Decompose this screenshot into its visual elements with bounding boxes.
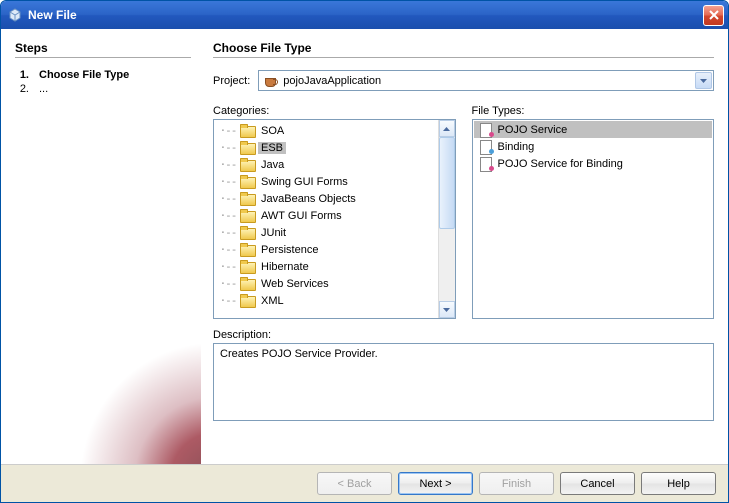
step-item: 2. ... <box>15 82 191 96</box>
description-box: Creates POJO Service Provider. <box>213 343 714 421</box>
divider <box>213 57 714 58</box>
scroll-thumb[interactable] <box>439 137 455 229</box>
category-label: Web Services <box>258 278 332 290</box>
tree-connector: ·-- <box>218 260 238 273</box>
help-button[interactable]: Help <box>641 472 716 495</box>
folder-icon <box>240 192 256 205</box>
category-item[interactable]: ·-- JUnit <box>214 224 438 241</box>
tree-connector: ·-- <box>218 175 238 188</box>
folder-icon <box>240 141 256 154</box>
category-item[interactable]: ·-- ESB <box>214 139 438 156</box>
category-item[interactable]: ·-- Web Services <box>214 275 438 292</box>
folder-icon <box>240 226 256 239</box>
project-combobox[interactable]: pojoJavaApplication <box>258 70 714 91</box>
categories-label: Categories: <box>213 105 456 117</box>
folder-icon <box>240 175 256 188</box>
cancel-button[interactable]: Cancel <box>560 472 635 495</box>
step-number: 2. <box>15 83 29 95</box>
folder-icon <box>240 124 256 137</box>
description-label: Description: <box>213 329 714 341</box>
panel-heading: Choose File Type <box>213 41 714 55</box>
folder-icon <box>240 158 256 171</box>
folder-icon <box>240 277 256 290</box>
scroll-track[interactable] <box>439 137 455 301</box>
file-icon <box>478 157 494 171</box>
steps-sidebar: Steps 1. Choose File Type 2. ... <box>1 29 201 464</box>
description-text: Creates POJO Service Provider. <box>220 348 378 360</box>
steps-heading: Steps <box>15 41 191 55</box>
folder-icon <box>240 209 256 222</box>
scrollbar[interactable] <box>438 120 455 318</box>
app-icon <box>7 7 23 23</box>
tree-connector: ·-- <box>218 158 238 171</box>
step-label: Choose File Type <box>39 69 129 81</box>
step-label: ... <box>39 83 48 95</box>
category-label: Java <box>258 159 287 171</box>
titlebar: New File <box>1 1 728 29</box>
filetype-label: POJO Service <box>498 124 568 136</box>
category-item[interactable]: ·-- Swing GUI Forms <box>214 173 438 190</box>
java-project-icon <box>263 73 279 89</box>
steps-list: 1. Choose File Type 2. ... <box>15 68 191 96</box>
step-item: 1. Choose File Type <box>15 68 191 82</box>
category-label: ESB <box>258 142 286 154</box>
category-item[interactable]: ·-- XML <box>214 292 438 309</box>
filetype-label: Binding <box>498 141 535 153</box>
content-area: Steps 1. Choose File Type 2. ... Choose … <box>1 29 728 464</box>
filetype-item[interactable]: POJO Service <box>474 121 713 138</box>
category-label: JUnit <box>258 227 289 239</box>
filetypes-label: File Types: <box>472 105 715 117</box>
category-label: JavaBeans Objects <box>258 193 359 205</box>
tree-connector: ·-- <box>218 192 238 205</box>
project-value: pojoJavaApplication <box>283 75 695 87</box>
filetype-item[interactable]: Binding <box>474 138 713 155</box>
filetypes-column: File Types: POJO ServiceBindingPOJO Serv… <box>472 105 715 319</box>
category-item[interactable]: ·-- Persistence <box>214 241 438 258</box>
categories-column: Categories: ·-- SOA ·-- ESB ·-- Java ·-- Swing … <box>213 105 456 319</box>
button-bar: < Back Next > Finish Cancel Help <box>1 464 728 502</box>
category-item[interactable]: ·-- JavaBeans Objects <box>214 190 438 207</box>
scroll-up-button[interactable] <box>439 120 455 137</box>
lists-row: Categories: ·-- SOA ·-- ESB ·-- Java ·-- Swing … <box>213 105 714 319</box>
tree-connector: ·-- <box>218 226 238 239</box>
main-panel: Choose File Type Project: pojoJavaApplic… <box>201 29 728 464</box>
step-number: 1. <box>15 69 29 81</box>
category-label: Hibernate <box>258 261 312 273</box>
divider <box>15 57 191 58</box>
folder-icon <box>240 243 256 256</box>
tree-connector: ·-- <box>218 277 238 290</box>
filetypes-listbox[interactable]: POJO Service Binding POJO Service for Bind… <box>472 119 715 319</box>
back-button[interactable]: < Back <box>317 472 392 495</box>
category-label: AWT GUI Forms <box>258 210 345 222</box>
tree-connector: ·-- <box>218 243 238 256</box>
tree-connector: ·-- <box>218 124 238 137</box>
filetype-label: POJO Service for Binding <box>498 158 623 170</box>
scroll-down-button[interactable] <box>439 301 455 318</box>
filetype-item[interactable]: POJO Service for Binding <box>474 155 713 172</box>
category-item[interactable]: ·-- Hibernate <box>214 258 438 275</box>
category-item[interactable]: ·-- SOA <box>214 122 438 139</box>
category-label: Swing GUI Forms <box>258 176 351 188</box>
category-item[interactable]: ·-- Java <box>214 156 438 173</box>
description-section: Description: Creates POJO Service Provid… <box>213 329 714 421</box>
project-label: Project: <box>213 75 250 87</box>
category-label: Persistence <box>258 244 321 256</box>
tree-connector: ·-- <box>218 294 238 307</box>
tree-connector: ·-- <box>218 141 238 154</box>
window-title: New File <box>28 8 703 22</box>
next-button[interactable]: Next > <box>398 472 473 495</box>
file-icon <box>478 123 494 137</box>
category-label: SOA <box>258 125 287 137</box>
categories-listbox[interactable]: ·--SOA·--ESB·--Java·--Swing GUI Forms·--… <box>213 119 456 319</box>
category-label: XML <box>258 295 287 307</box>
finish-button[interactable]: Finish <box>479 472 554 495</box>
project-row: Project: pojoJavaApplication <box>213 70 714 91</box>
folder-icon <box>240 260 256 273</box>
category-item[interactable]: ·-- AWT GUI Forms <box>214 207 438 224</box>
close-button[interactable] <box>703 5 724 26</box>
chevron-down-icon <box>695 72 712 89</box>
tree-connector: ·-- <box>218 209 238 222</box>
folder-icon <box>240 294 256 307</box>
file-icon <box>478 140 494 154</box>
